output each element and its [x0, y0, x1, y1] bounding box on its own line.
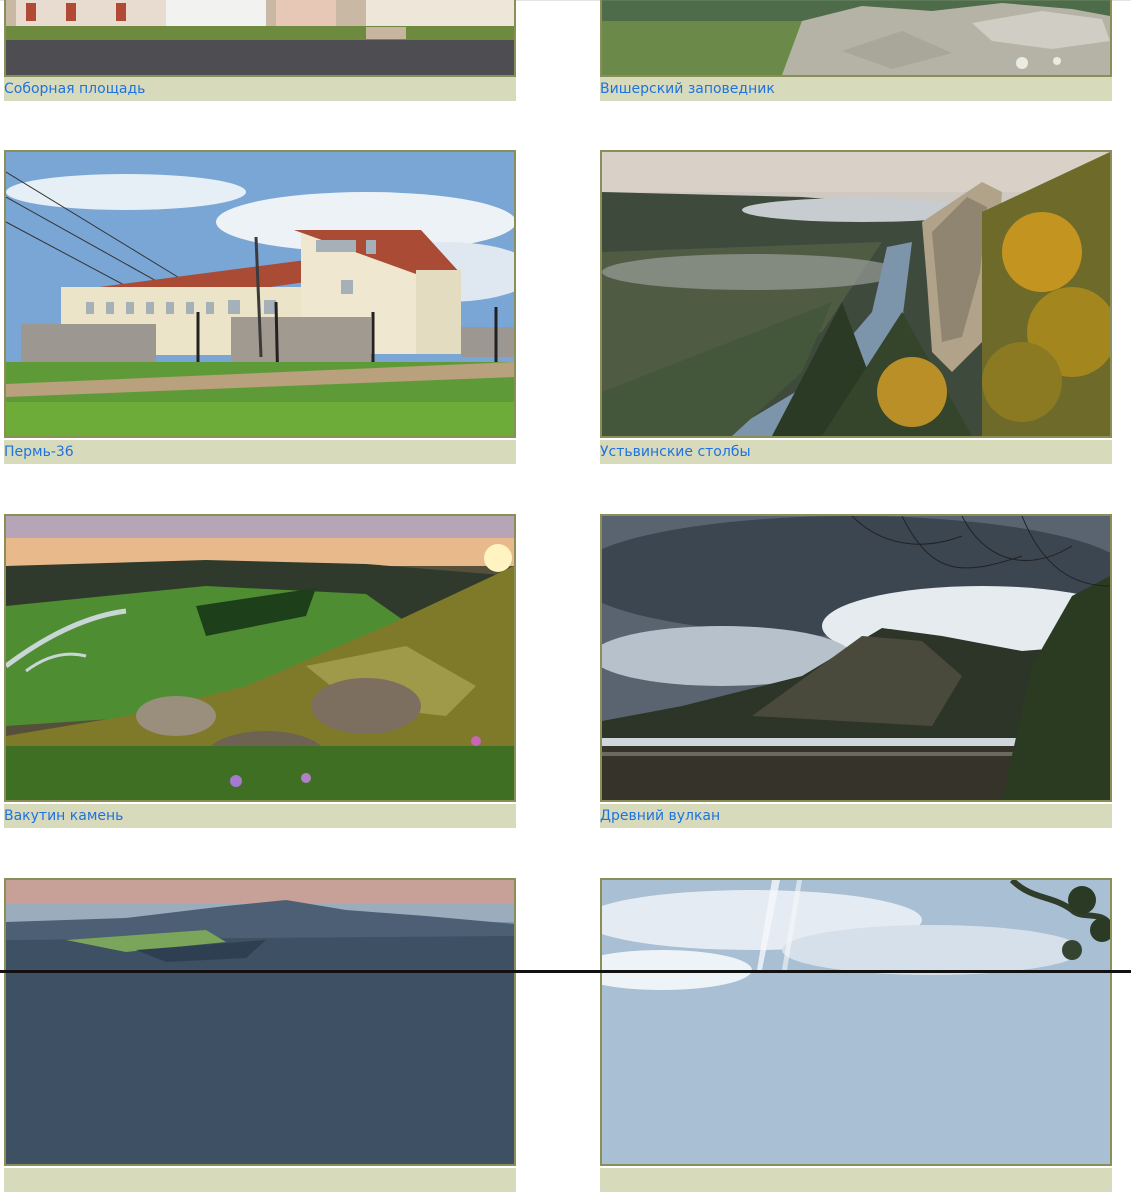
rocky-reserve-photo [602, 0, 1110, 75]
gallery-image[interactable] [600, 514, 1112, 802]
sunset-hill-photo [6, 516, 514, 800]
caption-text[interactable]: Устьвинские столбы [600, 444, 751, 460]
caption-text[interactable]: Соборная площадь [4, 81, 145, 97]
gallery-card-vishersky[interactable]: Вишерский заповедник [600, 0, 1112, 101]
caption-text[interactable]: Вакутин камень [4, 808, 123, 824]
cloudy-river-photo [602, 516, 1110, 800]
gallery-caption[interactable] [4, 1168, 516, 1192]
town-square-photo [6, 0, 514, 75]
gallery-caption[interactable]: Вишерский заповедник [600, 77, 1112, 101]
gallery-image[interactable] [4, 514, 516, 802]
cloudy-sky-photo [602, 880, 1110, 1164]
caption-text[interactable]: Вишерский заповедник [600, 81, 775, 97]
gallery-image[interactable] [600, 150, 1112, 438]
gallery-card-sky[interactable] [600, 878, 1112, 1192]
gallery-caption[interactable]: Древний вулкан [600, 804, 1112, 828]
gallery-image[interactable] [4, 878, 516, 1166]
gallery-card-ustvinskie[interactable]: Устьвинские столбы [600, 150, 1112, 464]
prison-camp-photo [6, 152, 514, 436]
caption-text[interactable]: Пермь-36 [4, 444, 74, 460]
gallery-image[interactable] [600, 878, 1112, 1166]
gallery-card-vakutin[interactable]: Вакутин камень [4, 514, 516, 828]
gallery-caption[interactable]: Вакутин камень [4, 804, 516, 828]
gallery-image[interactable] [4, 0, 516, 77]
distant-mountain-photo [6, 880, 514, 1164]
gallery-image[interactable] [4, 150, 516, 438]
gallery-caption[interactable] [600, 1168, 1112, 1192]
gallery-card-volcano[interactable]: Древний вулкан [600, 514, 1112, 828]
gallery-card-perm36[interactable]: Пермь-36 [4, 150, 516, 464]
gallery-caption[interactable]: Устьвинские столбы [600, 440, 1112, 464]
caption-text[interactable]: Древний вулкан [600, 808, 720, 824]
gallery-card-mountain[interactable] [4, 878, 516, 1192]
gallery-caption[interactable]: Соборная площадь [4, 77, 516, 101]
gallery-caption[interactable]: Пермь-36 [4, 440, 516, 464]
river-cliff-photo [602, 152, 1110, 436]
gallery-card-sobornaya[interactable]: Соборная площадь [4, 0, 516, 101]
gallery-image[interactable] [600, 0, 1112, 77]
